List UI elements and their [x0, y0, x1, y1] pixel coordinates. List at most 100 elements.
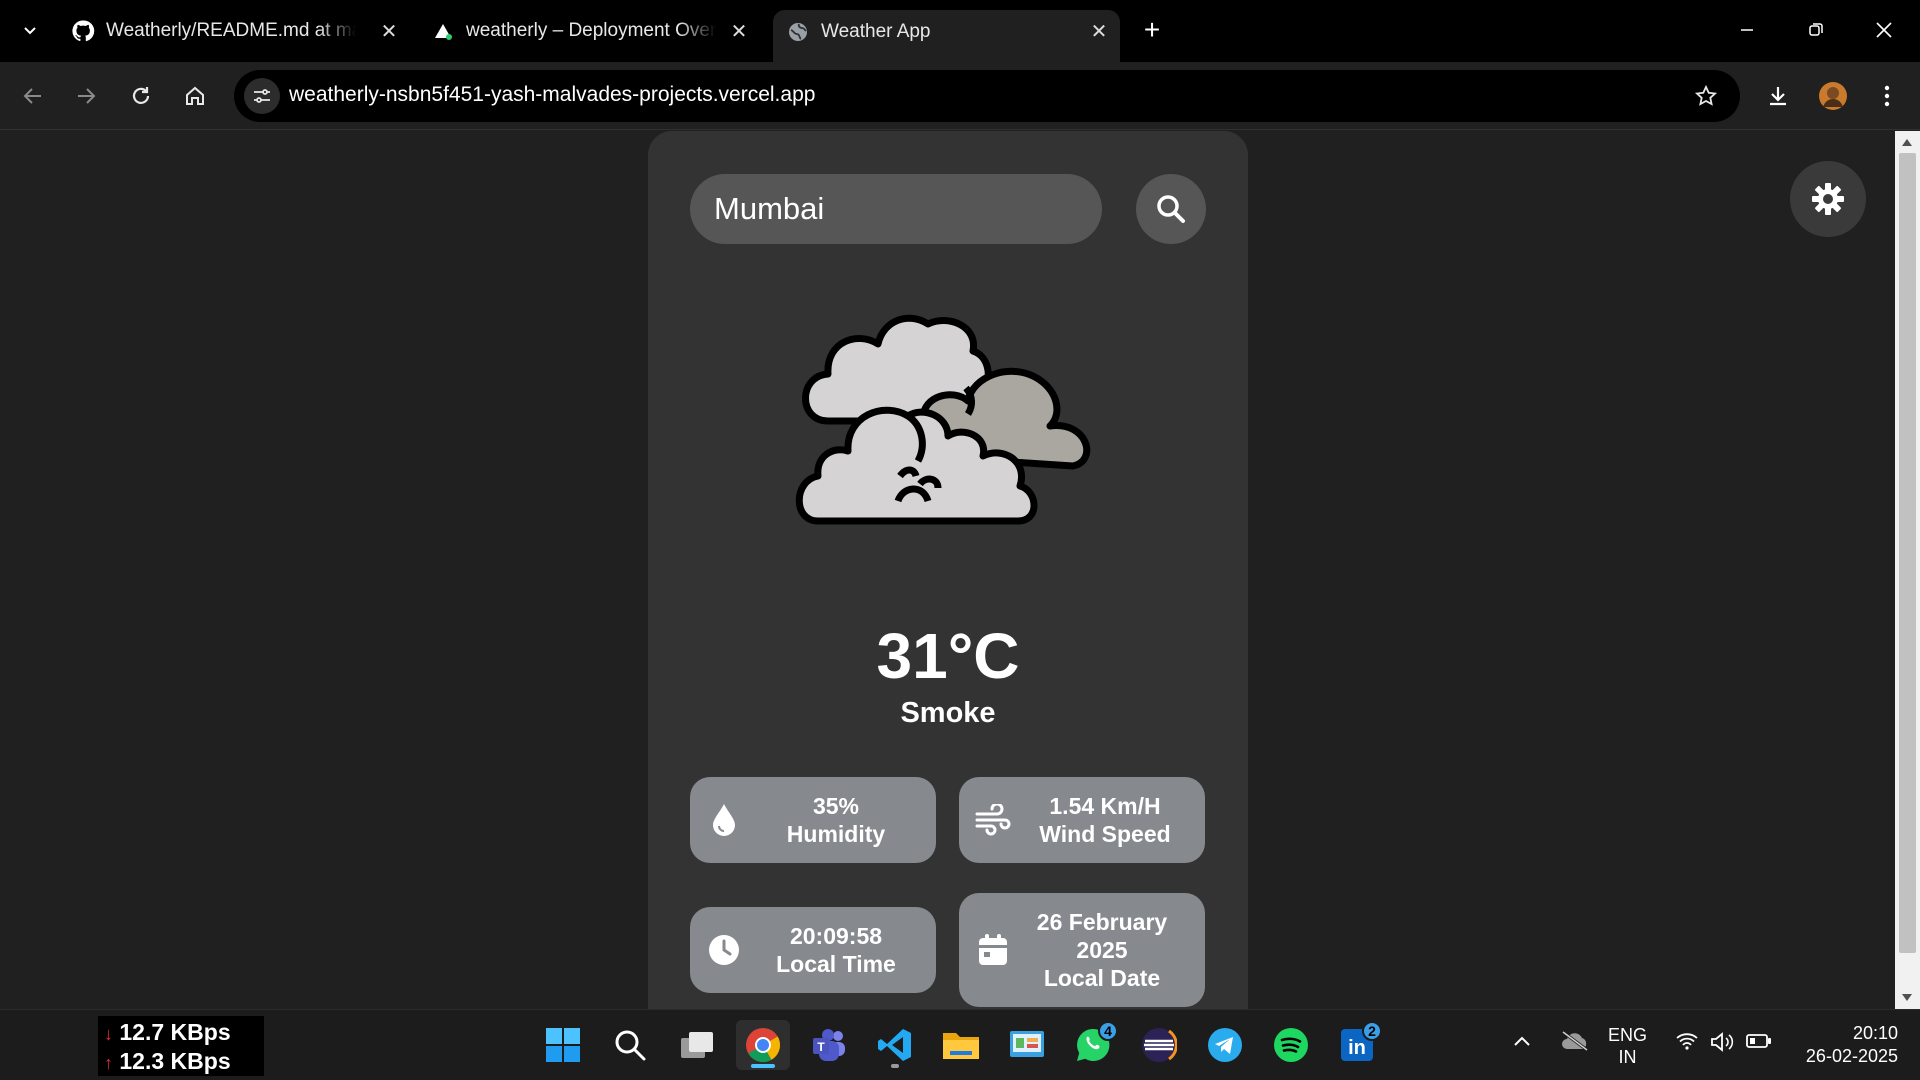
volume-tray[interactable]: [1710, 1032, 1734, 1057]
search-icon: [615, 1030, 646, 1061]
settings-button[interactable]: [1790, 161, 1866, 237]
windows-taskbar: ↓ 12.7 KBps ↑ 12.3 KBps T 4 in 2 ENG IN …: [0, 1009, 1920, 1080]
local-date-label: Local Date: [1043, 965, 1161, 991]
taskbar-teams[interactable]: T: [802, 1020, 856, 1070]
clock-time: 20:10: [1852, 1023, 1898, 1043]
chrome-icon: [746, 1028, 780, 1062]
taskbar-vscode[interactable]: [868, 1020, 922, 1070]
clock-date: 26-02-2025: [1805, 1046, 1898, 1066]
local-date-stat: 26 February 2025 Local Date: [959, 893, 1205, 1007]
page-scrollbar[interactable]: [1895, 131, 1920, 1009]
windows-logo-icon: [546, 1028, 580, 1062]
browser-toolbar: weatherly-nsbn5f451-yash-malvades-projec…: [0, 62, 1920, 130]
running-indicator: [891, 1064, 899, 1068]
svg-text:T: T: [817, 1040, 825, 1054]
language-indicator[interactable]: ENG IN: [1608, 1024, 1647, 1068]
net-up-rate: 12.3 KBps: [119, 1048, 231, 1074]
downloads-button[interactable]: [1758, 76, 1798, 116]
scroll-up-arrow[interactable]: [1902, 139, 1912, 146]
reload-icon: [132, 87, 150, 104]
scroll-thumb[interactable]: [1899, 153, 1916, 953]
search-button[interactable]: [1136, 174, 1206, 244]
taskbar-spotify[interactable]: [1264, 1020, 1318, 1070]
taskbar-file-explorer[interactable]: [934, 1020, 988, 1070]
minimize-button[interactable]: [1721, 10, 1773, 50]
bookmark-button[interactable]: [1692, 82, 1720, 110]
forward-button[interactable]: [66, 76, 106, 116]
whatsapp-badge: 4: [1098, 1021, 1118, 1041]
more-vertical-icon: [1884, 85, 1890, 107]
taskbar-chrome[interactable]: [736, 1020, 790, 1070]
taskbar-whatsapp[interactable]: 4: [1066, 1020, 1120, 1070]
reload-button[interactable]: [121, 76, 161, 116]
arrow-right-icon: [78, 88, 96, 104]
github-icon: [70, 18, 96, 44]
home-icon: [186, 86, 204, 105]
tab-title: Weatherly/README.md at main: [106, 20, 356, 41]
local-date-value: 26 February 2025: [1036, 909, 1168, 963]
taskbar-telegram[interactable]: [1198, 1020, 1252, 1070]
wind-icon: [959, 804, 1013, 836]
url-text[interactable]: weatherly-nsbn5f451-yash-malvades-projec…: [289, 83, 815, 107]
tab-weather-app[interactable]: Weather App ✕: [773, 10, 1120, 62]
telegram-icon: [1208, 1028, 1242, 1062]
tab-vercel-deployment[interactable]: weatherly – Deployment Overvi ✕: [420, 10, 760, 52]
net-down-rate: 12.7 KBps: [119, 1019, 231, 1045]
task-view-button[interactable]: [670, 1020, 724, 1070]
wind-stat: 1.54 Km/H Wind Speed: [959, 777, 1205, 863]
start-button[interactable]: [536, 1020, 590, 1070]
browser-menu-button[interactable]: [1867, 76, 1907, 116]
weather-card: 31°C Smoke 35%Humidity 1.54 Km/HWind Spe…: [648, 131, 1248, 1009]
wind-label: Wind Speed: [1039, 821, 1171, 847]
humidity-value: 35%: [812, 793, 860, 819]
vscode-icon: [878, 1029, 911, 1061]
city-search-input[interactable]: [690, 174, 1102, 244]
profile-avatar[interactable]: [1813, 76, 1853, 116]
onedrive-tray[interactable]: [1560, 1030, 1590, 1057]
tab-github-readme[interactable]: Weatherly/README.md at main ✕: [60, 10, 410, 52]
back-button[interactable]: [13, 76, 53, 116]
upload-arrow-icon: ↑: [104, 1053, 113, 1073]
close-icon[interactable]: ✕: [726, 18, 752, 44]
folder-icon: [943, 1033, 979, 1059]
close-window-button[interactable]: [1858, 10, 1910, 50]
download-arrow-icon: ↓: [104, 1024, 113, 1044]
tab-title: weatherly – Deployment Overvi: [466, 20, 716, 41]
spotify-icon: [1274, 1028, 1308, 1062]
site-info-button[interactable]: [244, 78, 280, 114]
tab-title: Weather App: [821, 21, 931, 42]
new-tab-button[interactable]: +: [1136, 14, 1168, 46]
address-bar[interactable]: weatherly-nsbn5f451-yash-malvades-projec…: [234, 70, 1740, 122]
taskbar-search-button[interactable]: [603, 1020, 657, 1070]
wifi-tray[interactable]: [1676, 1032, 1698, 1055]
humidity-stat: 35% Humidity: [690, 777, 936, 863]
close-icon[interactable]: ✕: [376, 18, 402, 44]
page-viewport: 31°C Smoke 35%Humidity 1.54 Km/HWind Spe…: [0, 131, 1895, 1009]
calendar-icon: [959, 934, 1013, 966]
weather-condition: Smoke: [900, 697, 996, 729]
taskbar-eclipse[interactable]: [1132, 1020, 1186, 1070]
arrow-left-icon: [23, 88, 41, 104]
taskbar-linkedin[interactable]: in 2: [1330, 1020, 1384, 1070]
tab-search-button[interactable]: [12, 12, 48, 48]
show-hidden-icons-button[interactable]: [1512, 1032, 1532, 1053]
wind-value: 1.54 Km/H: [1049, 793, 1161, 819]
restore-button[interactable]: [1790, 10, 1842, 50]
taskbar-control-panel[interactable]: [1000, 1020, 1054, 1070]
system-clock[interactable]: 20:10 26-02-2025: [1790, 1022, 1910, 1068]
language-code: ENG: [1608, 1025, 1648, 1045]
local-time-value: 20:09:58: [789, 923, 883, 949]
control-panel-icon: [1010, 1031, 1044, 1057]
home-button[interactable]: [175, 76, 215, 116]
battery-tray[interactable]: [1746, 1033, 1772, 1054]
scroll-down-arrow[interactable]: [1902, 994, 1912, 1001]
close-icon[interactable]: ✕: [1086, 18, 1112, 44]
globe-icon: [785, 19, 811, 45]
local-time-stat: 20:09:58 Local Time: [690, 907, 936, 993]
teams-icon: T: [813, 1029, 845, 1061]
search-icon: [1157, 195, 1185, 223]
tune-icon: [254, 89, 270, 103]
restore-icon: [1809, 23, 1823, 36]
temperature-value: 31°C: [876, 620, 1020, 692]
avatar-icon: [1819, 82, 1847, 110]
